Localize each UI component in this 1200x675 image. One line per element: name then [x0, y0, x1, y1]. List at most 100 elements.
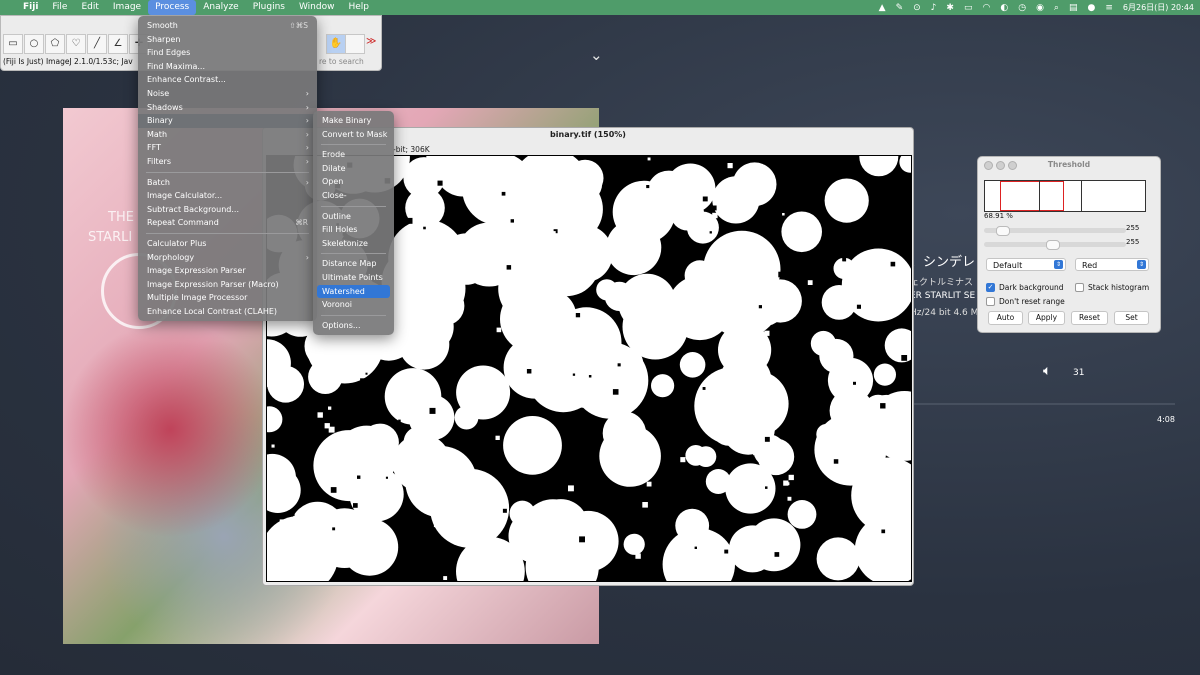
menu-item-binary[interactable]: Binary › — [138, 114, 317, 128]
menu-separator — [146, 171, 309, 173]
blank-tool-icon[interactable] — [345, 34, 365, 54]
menu-item-image-expression-parser[interactable]: Image Expression Parser — [138, 264, 317, 278]
menu-item-dilate[interactable]: Dilate — [313, 162, 394, 176]
oval-tool-icon[interactable]: ○ — [24, 34, 44, 54]
menu-item-find-edges[interactable]: Find Edges — [138, 46, 317, 60]
play-status-icon[interactable]: ⊙ — [913, 3, 921, 13]
rectangle-tool-icon[interactable]: ▭ — [3, 34, 23, 54]
dark-background-checkbox[interactable]: ✓ Dark background — [986, 283, 1064, 292]
slider-knob[interactable] — [996, 226, 1010, 236]
mode-select[interactable]: Red ⇕ — [1075, 258, 1149, 271]
toolbar-search-placeholder[interactable]: re to search — [319, 57, 364, 66]
hand-tool-icon[interactable]: ✋ — [326, 34, 346, 54]
menu-item-watershed[interactable]: Watershed — [317, 284, 390, 299]
menu-item-label: Enhance Contrast... — [147, 75, 226, 85]
battery-icon[interactable]: ▭ — [964, 3, 973, 13]
menu-item-sharpen[interactable]: Sharpen — [138, 33, 317, 47]
menu-item-morphology[interactable]: Morphology › — [138, 251, 317, 265]
menu-item-options[interactable]: Options... — [313, 319, 394, 333]
volume-status-icon[interactable]: ♪ — [931, 3, 937, 13]
blob-speck — [774, 552, 780, 557]
menu-item-outline[interactable]: Outline — [313, 210, 394, 224]
menu-item-skeletonize[interactable]: Skeletonize — [313, 237, 394, 251]
set-button[interactable]: Set — [1114, 311, 1149, 325]
menu-extra-icon[interactable]: ▤ — [1069, 3, 1078, 13]
clock-history-icon[interactable]: ◷ — [1018, 3, 1026, 13]
notification-icon[interactable]: ≡ — [1105, 3, 1113, 13]
blob-speck — [715, 165, 721, 171]
menu-file[interactable]: File — [45, 0, 74, 15]
bluetooth-icon[interactable]: ✱ — [946, 3, 954, 13]
menu-item-ultimate-points[interactable]: Ultimate Points — [313, 271, 394, 285]
menu-item-open[interactable]: Open — [313, 175, 394, 189]
menu-item-shadows[interactable]: Shadows › — [138, 101, 317, 115]
menu-item-batch[interactable]: Batch › — [138, 176, 317, 190]
method-select[interactable]: Default ⇕ — [986, 258, 1066, 271]
menu-item-label: Dilate — [322, 163, 346, 173]
checkbox-unchecked-icon[interactable] — [1075, 283, 1084, 292]
playback-progress-bar[interactable] — [905, 403, 1175, 405]
user-icon[interactable]: ◉ — [1036, 3, 1044, 13]
search-icon[interactable]: ⌕ — [1054, 3, 1059, 13]
angle-tool-icon[interactable]: ∠ — [108, 34, 128, 54]
checkbox-unchecked-icon[interactable] — [986, 297, 995, 306]
blob-speck — [677, 567, 683, 572]
menu-process[interactable]: Process — [148, 0, 197, 15]
menu-item-make-binary[interactable]: Make Binary — [313, 114, 394, 128]
auto-button[interactable]: Auto — [988, 311, 1023, 325]
polygon-tool-icon[interactable]: ⬠ — [45, 34, 65, 54]
menu-image[interactable]: Image — [106, 0, 148, 15]
menu-item-noise[interactable]: Noise › — [138, 87, 317, 101]
wifi-icon[interactable]: ◠ — [982, 3, 990, 13]
line-tool-icon[interactable]: ╱ — [87, 34, 107, 54]
siri-icon[interactable]: ● — [1087, 3, 1095, 13]
menu-item-calculator-plus[interactable]: Calculator Plus — [138, 237, 317, 251]
tool-status-icon[interactable]: ✎ — [896, 3, 904, 13]
menu-item-filters[interactable]: Filters › — [138, 155, 317, 169]
menu-item-image-expression-parser-macro[interactable]: Image Expression Parser (Macro) — [138, 278, 317, 292]
menubar-clock[interactable]: 6月26日(日) 20:44 — [1123, 2, 1194, 13]
stack-histogram-checkbox[interactable]: Stack histogram — [1075, 283, 1149, 292]
blob-speck — [905, 204, 910, 209]
menu-item-multiple-image-processor[interactable]: Multiple Image Processor — [138, 291, 317, 305]
chevron-down-icon[interactable]: ⌄ — [590, 46, 603, 64]
menu-item-find-maxima[interactable]: Find Maxima... — [138, 60, 317, 74]
reset-button[interactable]: Reset — [1071, 311, 1108, 325]
menu-item-subtract-background[interactable]: Subtract Background... — [138, 203, 317, 217]
menu-item-enhance-local-contrast-clahe[interactable]: Enhance Local Contrast (CLAHE) — [138, 305, 317, 319]
menu-item-erode[interactable]: Erode — [313, 148, 394, 162]
app-status-icon[interactable]: ▲ — [879, 3, 886, 13]
menu-item-enhance-contrast[interactable]: Enhance Contrast... — [138, 73, 317, 87]
menu-item-distance-map[interactable]: Distance Map — [313, 257, 394, 271]
menu-item-label: Image Expression Parser — [147, 266, 246, 276]
menu-item-fft[interactable]: FFT › — [138, 141, 317, 155]
dont-reset-range-checkbox[interactable]: Don't reset range — [986, 297, 1065, 306]
menu-item-label: Noise — [147, 88, 170, 98]
apply-button[interactable]: Apply — [1028, 311, 1065, 325]
menu-edit[interactable]: Edit — [74, 0, 105, 15]
menu-analyze[interactable]: Analyze — [196, 0, 245, 15]
menu-item-repeat-command[interactable]: Repeat Command ⌘R — [138, 216, 317, 230]
menu-item-voronoi[interactable]: Voronoi — [313, 298, 394, 312]
menu-item-image-calculator[interactable]: Image Calculator... — [138, 189, 317, 203]
min-threshold-value[interactable]: 255 — [1126, 224, 1139, 232]
menu-plugins[interactable]: Plugins — [246, 0, 292, 15]
menu-window[interactable]: Window — [292, 0, 342, 15]
volume-icon[interactable]: 🔈︎ — [1043, 363, 1051, 379]
blob-speck — [890, 261, 896, 267]
freehand-tool-icon[interactable]: ♡ — [66, 34, 86, 54]
max-threshold-slider[interactable] — [984, 240, 1126, 250]
slider-knob[interactable] — [1046, 240, 1060, 250]
control-center-icon[interactable]: ◐ — [1000, 3, 1008, 13]
max-threshold-value[interactable]: 255 — [1126, 238, 1139, 246]
menu-item-close[interactable]: Close- — [313, 189, 394, 203]
menu-app[interactable]: Fiji — [16, 0, 45, 15]
menu-item-fill-holes[interactable]: Fill Holes — [313, 223, 394, 237]
menu-item-smooth[interactable]: Smooth ⇧⌘S — [138, 19, 317, 33]
checkbox-checked-icon[interactable]: ✓ — [986, 283, 995, 292]
menu-help[interactable]: Help — [341, 0, 376, 15]
min-threshold-slider[interactable] — [984, 226, 1126, 236]
menu-item-convert-to-mask[interactable]: Convert to Mask — [313, 128, 394, 142]
more-tools-icon[interactable]: ≫ — [366, 36, 376, 47]
menu-item-math[interactable]: Math › — [138, 128, 317, 142]
